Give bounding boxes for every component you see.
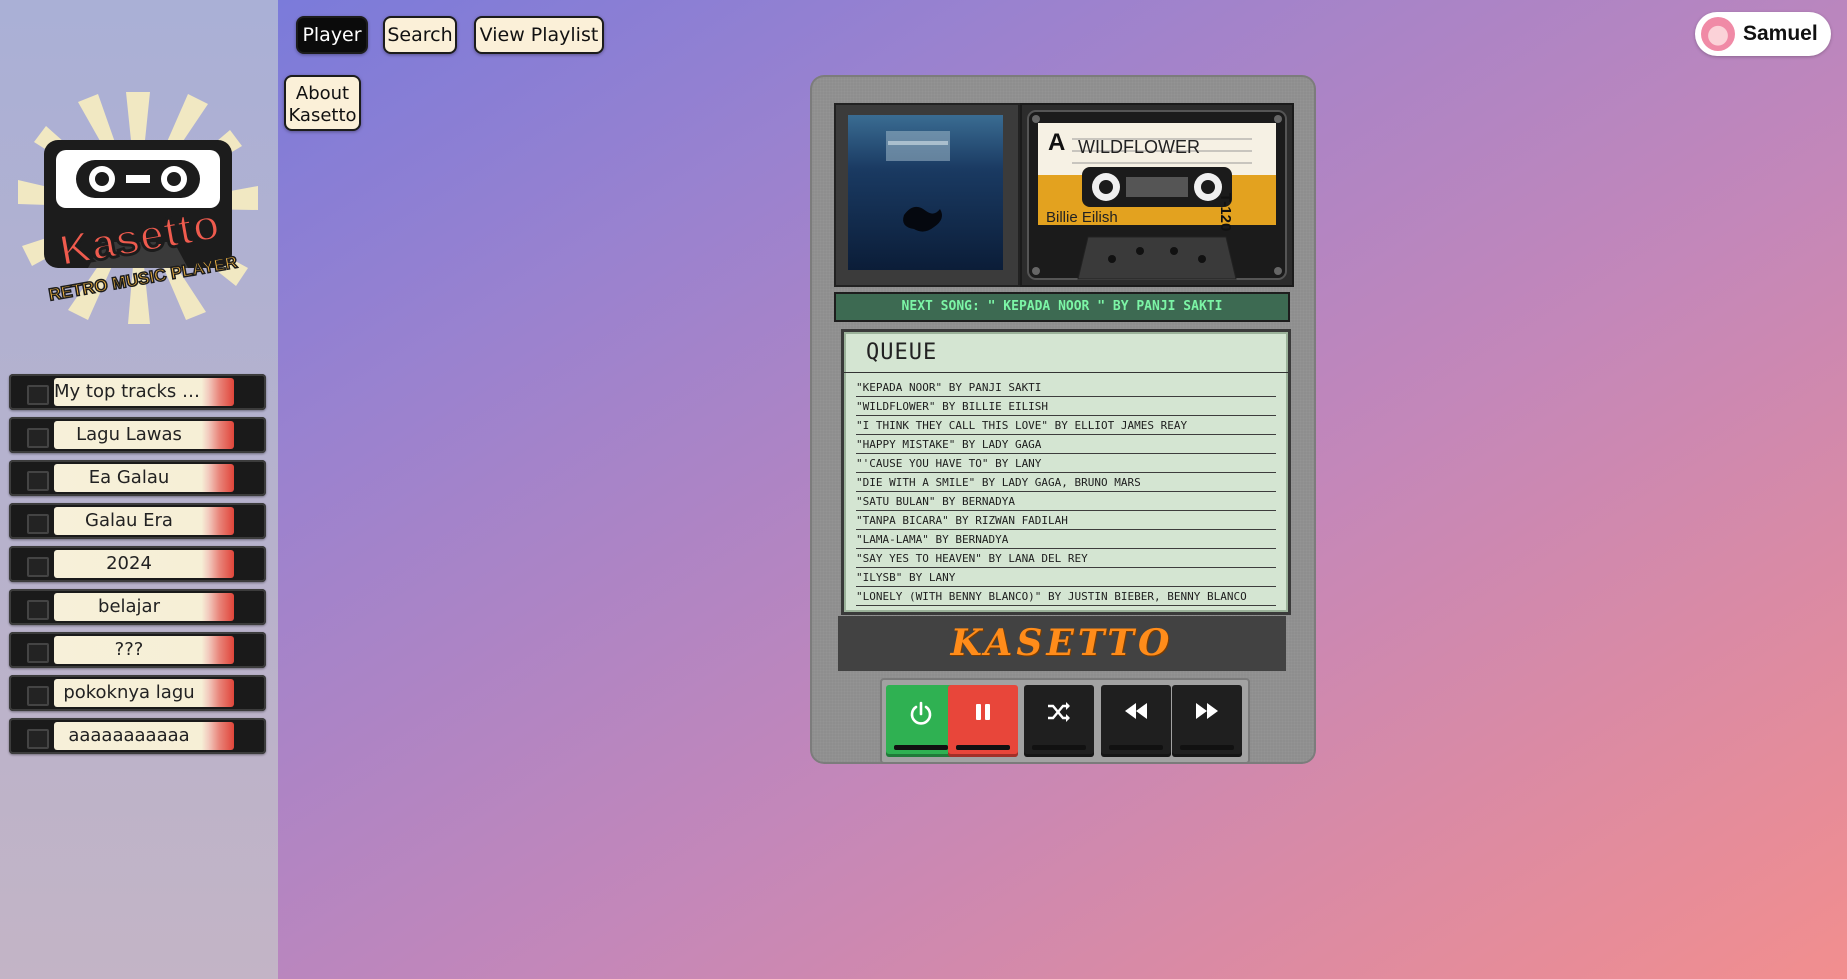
- playlist-item[interactable]: 2024: [9, 546, 266, 582]
- brand-plate: KASETTO: [838, 616, 1286, 671]
- playlist-item[interactable]: Ea Galau: [9, 460, 266, 496]
- about-kasetto-button[interactable]: About Kasetto: [284, 75, 361, 131]
- playlist-item[interactable]: My top tracks p...: [9, 374, 266, 410]
- next-song-display: NEXT SONG: " KEPADA NOOR " BY PANJI SAKT…: [834, 292, 1290, 322]
- queue-title: QUEUE: [866, 340, 938, 365]
- power-button[interactable]: [886, 685, 956, 757]
- queue-item[interactable]: "LONELY (WITH BENNY BLANCO)" BY JUSTIN B…: [856, 587, 1276, 606]
- queue-item[interactable]: "ILYSB" BY LANY: [856, 568, 1276, 587]
- playlist-name: ???: [114, 639, 144, 660]
- playlist-name: My top tracks p...: [54, 381, 204, 402]
- queue-item[interactable]: "TANPA BICARA" BY RIZWAN FADILAH: [856, 511, 1276, 530]
- playlist-tape-label: Ea Galau: [54, 464, 234, 492]
- playlist-name: Lagu Lawas: [76, 424, 182, 445]
- search-button[interactable]: Search: [383, 16, 457, 54]
- queue-item[interactable]: "SAY YES TO HEAVEN" BY LANA DEL REY: [856, 549, 1276, 568]
- now-playing-title: WILDFLOWER: [1078, 137, 1201, 157]
- pause-icon: [976, 704, 990, 720]
- album-art: [848, 115, 1003, 270]
- playlist-name: pokoknya lagu: [63, 682, 195, 703]
- playlist-tape-label: belajar: [54, 593, 234, 621]
- tape-reel-icon: [27, 686, 49, 706]
- queue-item[interactable]: "'CAUSE YOU HAVE TO" BY LANY: [856, 454, 1276, 473]
- rewind-icon: [1125, 703, 1147, 719]
- user-name: Samuel: [1743, 22, 1818, 45]
- playlist-name: belajar: [98, 596, 160, 617]
- tape-side: A: [1048, 129, 1066, 156]
- queue-divider: [844, 372, 1288, 373]
- about-line-2: Kasetto: [288, 105, 357, 126]
- playlist-item[interactable]: belajar: [9, 589, 266, 625]
- queue-item[interactable]: "I THINK THEY CALL THIS LOVE" BY ELLIOT …: [856, 416, 1276, 435]
- player-button[interactable]: Player: [296, 16, 368, 54]
- avatar: [1701, 17, 1735, 51]
- player-device: A WILDFLOWER Billie Eilish T-120 NEXT SO…: [810, 75, 1316, 764]
- queue-item[interactable]: "LAMA-LAMA" BY BERNADYA: [856, 530, 1276, 549]
- tape-reel-icon: [27, 471, 49, 491]
- playlist-item[interactable]: pokoknya lagu: [9, 675, 266, 711]
- power-icon: [910, 701, 932, 725]
- shuffle-indicator: [1032, 745, 1086, 750]
- fast-forward-indicator: [1180, 745, 1234, 750]
- rewind-button[interactable]: [1101, 685, 1171, 757]
- sidebar: Kasetto RETRO MUSIC PLAYER My top tracks…: [0, 0, 278, 979]
- playlist-tape-label: ???: [54, 636, 234, 664]
- now-playing-artist: Billie Eilish: [1046, 209, 1118, 226]
- tape-reel-icon: [27, 557, 49, 577]
- shuffle-icon: [1048, 702, 1070, 722]
- user-profile-button[interactable]: Samuel: [1695, 12, 1831, 56]
- queue-item[interactable]: "DIE WITH A SMILE" BY LADY GAGA, BRUNO M…: [856, 473, 1276, 492]
- playlist-item[interactable]: ???: [9, 632, 266, 668]
- playlist-item[interactable]: Galau Era: [9, 503, 266, 539]
- pause-button[interactable]: [948, 685, 1018, 757]
- playlist-tape-label: pokoknya lagu: [54, 679, 234, 707]
- queue-item[interactable]: "KEPADA NOOR" BY PANJI SAKTI: [856, 378, 1276, 397]
- tape-reel-icon: [27, 643, 49, 663]
- tape-reel-icon: [27, 385, 49, 405]
- playlist-item[interactable]: Lagu Lawas: [9, 417, 266, 453]
- fast-forward-icon: [1196, 703, 1218, 719]
- power-indicator: [894, 745, 948, 750]
- tape-reel-icon: [27, 514, 49, 534]
- shuffle-button[interactable]: [1024, 685, 1094, 757]
- playlist-tape-label: My top tracks p...: [54, 378, 234, 406]
- tape-reel-icon: [27, 428, 49, 448]
- queue-panel: QUEUE "KEPADA NOOR" BY PANJI SAKTI "WILDF…: [841, 329, 1291, 615]
- cassette-display: A WILDFLOWER Billie Eilish T-120: [1020, 103, 1294, 287]
- tape-reel-icon: [27, 600, 49, 620]
- playlist-tape-label: Galau Era: [54, 507, 234, 535]
- playlist-tape-label: 2024: [54, 550, 234, 578]
- playlist-item[interactable]: aaaaaaaaaaa: [9, 718, 266, 754]
- kasetto-logo[interactable]: Kasetto RETRO MUSIC PLAYER: [18, 92, 258, 324]
- control-panel: [880, 678, 1250, 764]
- playlist-name: 2024: [106, 553, 152, 574]
- fast-forward-button[interactable]: [1172, 685, 1242, 757]
- playlist-tape-label: aaaaaaaaaaa: [54, 722, 234, 750]
- album-art-frame: [834, 103, 1020, 287]
- tape-reel-icon: [27, 729, 49, 749]
- queue-list: "KEPADA NOOR" BY PANJI SAKTI "WILDFLOWER"…: [856, 378, 1276, 606]
- playlist-name: aaaaaaaaaaa: [68, 725, 190, 746]
- about-line-1: About: [295, 83, 350, 104]
- queue-item[interactable]: "HAPPY MISTAKE" BY LADY GAGA: [856, 435, 1276, 454]
- view-playlist-button[interactable]: View Playlist: [474, 16, 604, 54]
- playlist-name: Ea Galau: [88, 467, 170, 488]
- queue-item[interactable]: "SATU BULAN" BY BERNADYA: [856, 492, 1276, 511]
- playlist-name: Galau Era: [85, 510, 173, 531]
- queue-item[interactable]: "WILDFLOWER" BY BILLIE EILISH: [856, 397, 1276, 416]
- playlist-tape-label: Lagu Lawas: [54, 421, 234, 449]
- pause-indicator: [956, 745, 1010, 750]
- tape-type-label: T-120: [1217, 193, 1234, 232]
- rewind-indicator: [1109, 745, 1163, 750]
